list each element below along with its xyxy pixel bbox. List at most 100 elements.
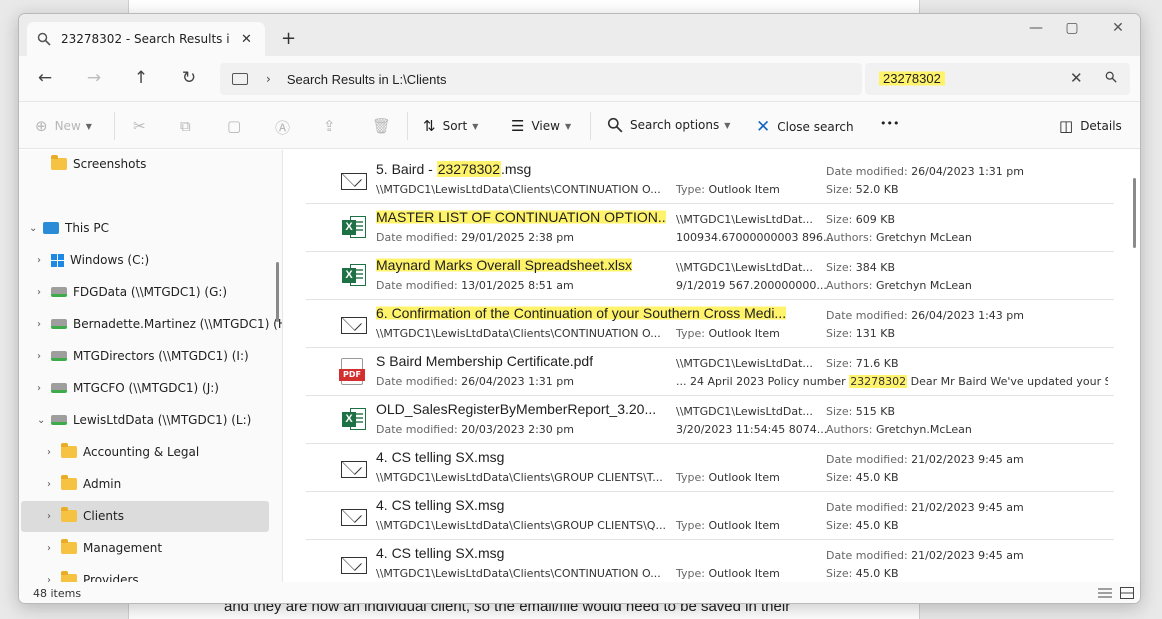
content-snippet: 9/1/2019 567.200000000... — [676, 279, 827, 292]
search-hit-highlight: 23278302 — [436, 161, 501, 177]
refresh-button[interactable]: ↻ — [177, 68, 201, 88]
navigation-bar: ← → ↑ ↻ › Search Results in L:\Clients 2… — [19, 56, 1140, 102]
content-snippet: 100934.67000000003 896... — [676, 231, 834, 244]
search-options-label: Search options — [630, 118, 720, 132]
chevron-right-icon[interactable]: › — [47, 575, 61, 583]
file-location: \\MTGDC1\LewisLtdDat... — [676, 261, 813, 274]
tab-search-results[interactable]: 23278302 - Search Results in L ✕ — [27, 22, 265, 56]
search-icon[interactable] — [1105, 71, 1117, 83]
more-options-button[interactable]: ••• — [880, 117, 899, 130]
share-icon: ⇪ — [323, 117, 336, 135]
close-tab-icon[interactable]: ✕ — [241, 32, 252, 47]
folder-icon — [61, 539, 77, 554]
details-view-icon[interactable] — [1098, 587, 1112, 599]
chevron-right-icon[interactable]: › — [37, 287, 51, 298]
search-options-icon — [607, 117, 623, 133]
file-name: OLD_SalesRegisterByMemberReport_3.20... — [376, 401, 657, 417]
chevron-down-icon: ▼ — [85, 121, 92, 131]
list-item[interactable]: 5. Baird - 23278302.msg \\MTGDC1\LewisLt… — [306, 156, 1114, 204]
chevron-right-icon[interactable]: › — [47, 447, 61, 458]
file-type: Type: Outlook Item — [676, 567, 780, 580]
cut-button[interactable]: ✂ — [133, 117, 153, 135]
date-modified: Date modified: 21/02/2023 9:45 am — [826, 453, 1024, 466]
list-item[interactable]: 6. Confirmation of the Continuation of y… — [306, 300, 1114, 348]
sidebar-item-lewisltddata[interactable]: ⌄ LewisLtdData (\\MTGDC1) (L:) — [37, 405, 251, 435]
folder-icon — [61, 507, 77, 522]
share-button[interactable]: ⇪ — [323, 117, 343, 135]
chevron-right-icon[interactable]: › — [47, 543, 61, 554]
list-item[interactable]: PDF S Baird Membership Certificate.pdf D… — [306, 348, 1114, 396]
paste-icon: ▢ — [227, 117, 242, 135]
sidebar-item-accounting-legal[interactable]: › Accounting & Legal — [47, 437, 199, 467]
sidebar-item-screenshots[interactable]: Screenshots — [37, 150, 146, 179]
network-drive-icon — [51, 351, 67, 361]
close-window-button[interactable]: ✕ — [1103, 20, 1133, 36]
tiles-view-icon[interactable] — [1120, 587, 1134, 599]
chevron-right-icon[interactable]: › — [47, 479, 61, 490]
chevron-right-icon[interactable]: › — [37, 319, 51, 330]
sidebar-item-fdgdata[interactable]: › FDGData (\\MTGDC1) (G:) — [37, 277, 227, 307]
list-item[interactable]: 4. CS telling SX.msg \\MTGDC1\LewisLtdDa… — [306, 444, 1114, 492]
windows-drive-icon — [51, 253, 64, 267]
details-pane-button[interactable]: ◫ Details — [1059, 117, 1122, 135]
list-item[interactable]: X OLD_SalesRegisterByMemberReport_3.20..… — [306, 396, 1114, 444]
details-label: Details — [1080, 119, 1122, 133]
list-item[interactable]: X MASTER LIST OF CONTINUATION OPTION... … — [306, 204, 1114, 252]
file-authors: Authors: Gretchyn McLean — [826, 231, 972, 244]
chevron-down-icon[interactable]: ⌄ — [37, 415, 51, 426]
sidebar-item-providers[interactable]: › Providers — [47, 565, 139, 582]
clear-search-icon[interactable]: ✕ — [1070, 69, 1083, 87]
back-button[interactable]: ← — [33, 68, 57, 88]
sidebar-item-mtgcfo[interactable]: › MTGCFO (\\MTGDC1) (J:) — [37, 373, 219, 403]
folder-icon — [61, 475, 77, 490]
excel-file-icon: X — [338, 406, 366, 434]
chevron-right-icon[interactable]: › — [37, 255, 51, 266]
paste-button[interactable]: ▢ — [227, 117, 248, 135]
chevron-right-icon[interactable]: › — [47, 511, 61, 522]
sidebar-scrollbar[interactable] — [276, 262, 279, 322]
sidebar-item-mtgdirectors[interactable]: › MTGDirectors (\\MTGDC1) (I:) — [37, 341, 249, 371]
view-label: View — [531, 119, 560, 133]
sidebar-item-windows-c[interactable]: › Windows (C:) — [37, 245, 149, 275]
chevron-right-icon[interactable]: › — [37, 351, 51, 362]
file-name: 6. Confirmation of the Continuation of y… — [376, 305, 787, 321]
rename-button[interactable]: Ⓐ — [275, 117, 297, 138]
sidebar-item-management[interactable]: › Management — [47, 533, 162, 563]
search-input[interactable]: 23278302 — [879, 70, 945, 87]
maximize-button[interactable]: ▢ — [1057, 20, 1087, 36]
address-bar[interactable]: › Search Results in L:\Clients — [220, 63, 862, 95]
up-button[interactable]: ↑ — [129, 68, 153, 88]
date-modified: Date modified: 26/04/2023 1:31 pm — [376, 375, 574, 388]
sidebar-item-bernadette[interactable]: › Bernadette.Martinez (\\MTGDC1) (H — [37, 309, 282, 339]
forward-button[interactable]: → — [82, 68, 106, 88]
new-button[interactable]: ⊕ New ▼ — [35, 117, 92, 135]
search-box[interactable]: 23278302 ✕ — [865, 63, 1130, 95]
minimize-button[interactable]: — — [1021, 20, 1051, 36]
copy-button[interactable]: ⧉ — [180, 117, 198, 135]
excel-file-icon: X — [338, 262, 366, 290]
search-options-button[interactable]: Search options ▼ — [607, 117, 730, 133]
chevron-down-icon[interactable]: ⌄ — [29, 223, 43, 234]
chevron-down-icon: ▼ — [724, 120, 731, 130]
sidebar-item-clients[interactable]: › Clients — [47, 501, 124, 531]
file-path: \\MTGDC1\LewisLtdData\Clients\GROUP CLIE… — [376, 519, 666, 532]
delete-button[interactable]: 🗑 — [372, 117, 398, 135]
content-snippet: ... 24 April 2023 Policy number 23278302… — [676, 375, 1108, 388]
sidebar-item-admin[interactable]: › Admin — [47, 469, 121, 499]
file-size: Size: 384 KB — [826, 261, 896, 274]
view-button[interactable]: ☰ View ▼ — [511, 117, 571, 135]
new-tab-button[interactable]: + — [281, 28, 296, 49]
chevron-right-icon[interactable]: › — [37, 383, 51, 394]
list-item[interactable]: 4. CS telling SX.msg \\MTGDC1\LewisLtdDa… — [306, 540, 1114, 582]
chevron-right-icon[interactable]: › — [266, 72, 271, 86]
divider — [407, 112, 408, 140]
file-path: \\MTGDC1\LewisLtdData\Clients\CONTINUATI… — [376, 183, 661, 196]
list-item[interactable]: X Maynard Marks Overall Spreadsheet.xlsx… — [306, 252, 1114, 300]
list-item[interactable]: 4. CS telling SX.msg \\MTGDC1\LewisLtdDa… — [306, 492, 1114, 540]
close-search-button[interactable]: ✕ Close search — [756, 117, 854, 137]
file-size: Size: 71.6 KB — [826, 357, 899, 370]
scissors-icon: ✂ — [133, 117, 146, 135]
sidebar-item-this-pc[interactable]: ⌄ This PC — [29, 213, 109, 243]
results-scrollbar[interactable] — [1133, 178, 1136, 248]
sort-button[interactable]: ⇅ Sort ▼ — [423, 117, 478, 135]
